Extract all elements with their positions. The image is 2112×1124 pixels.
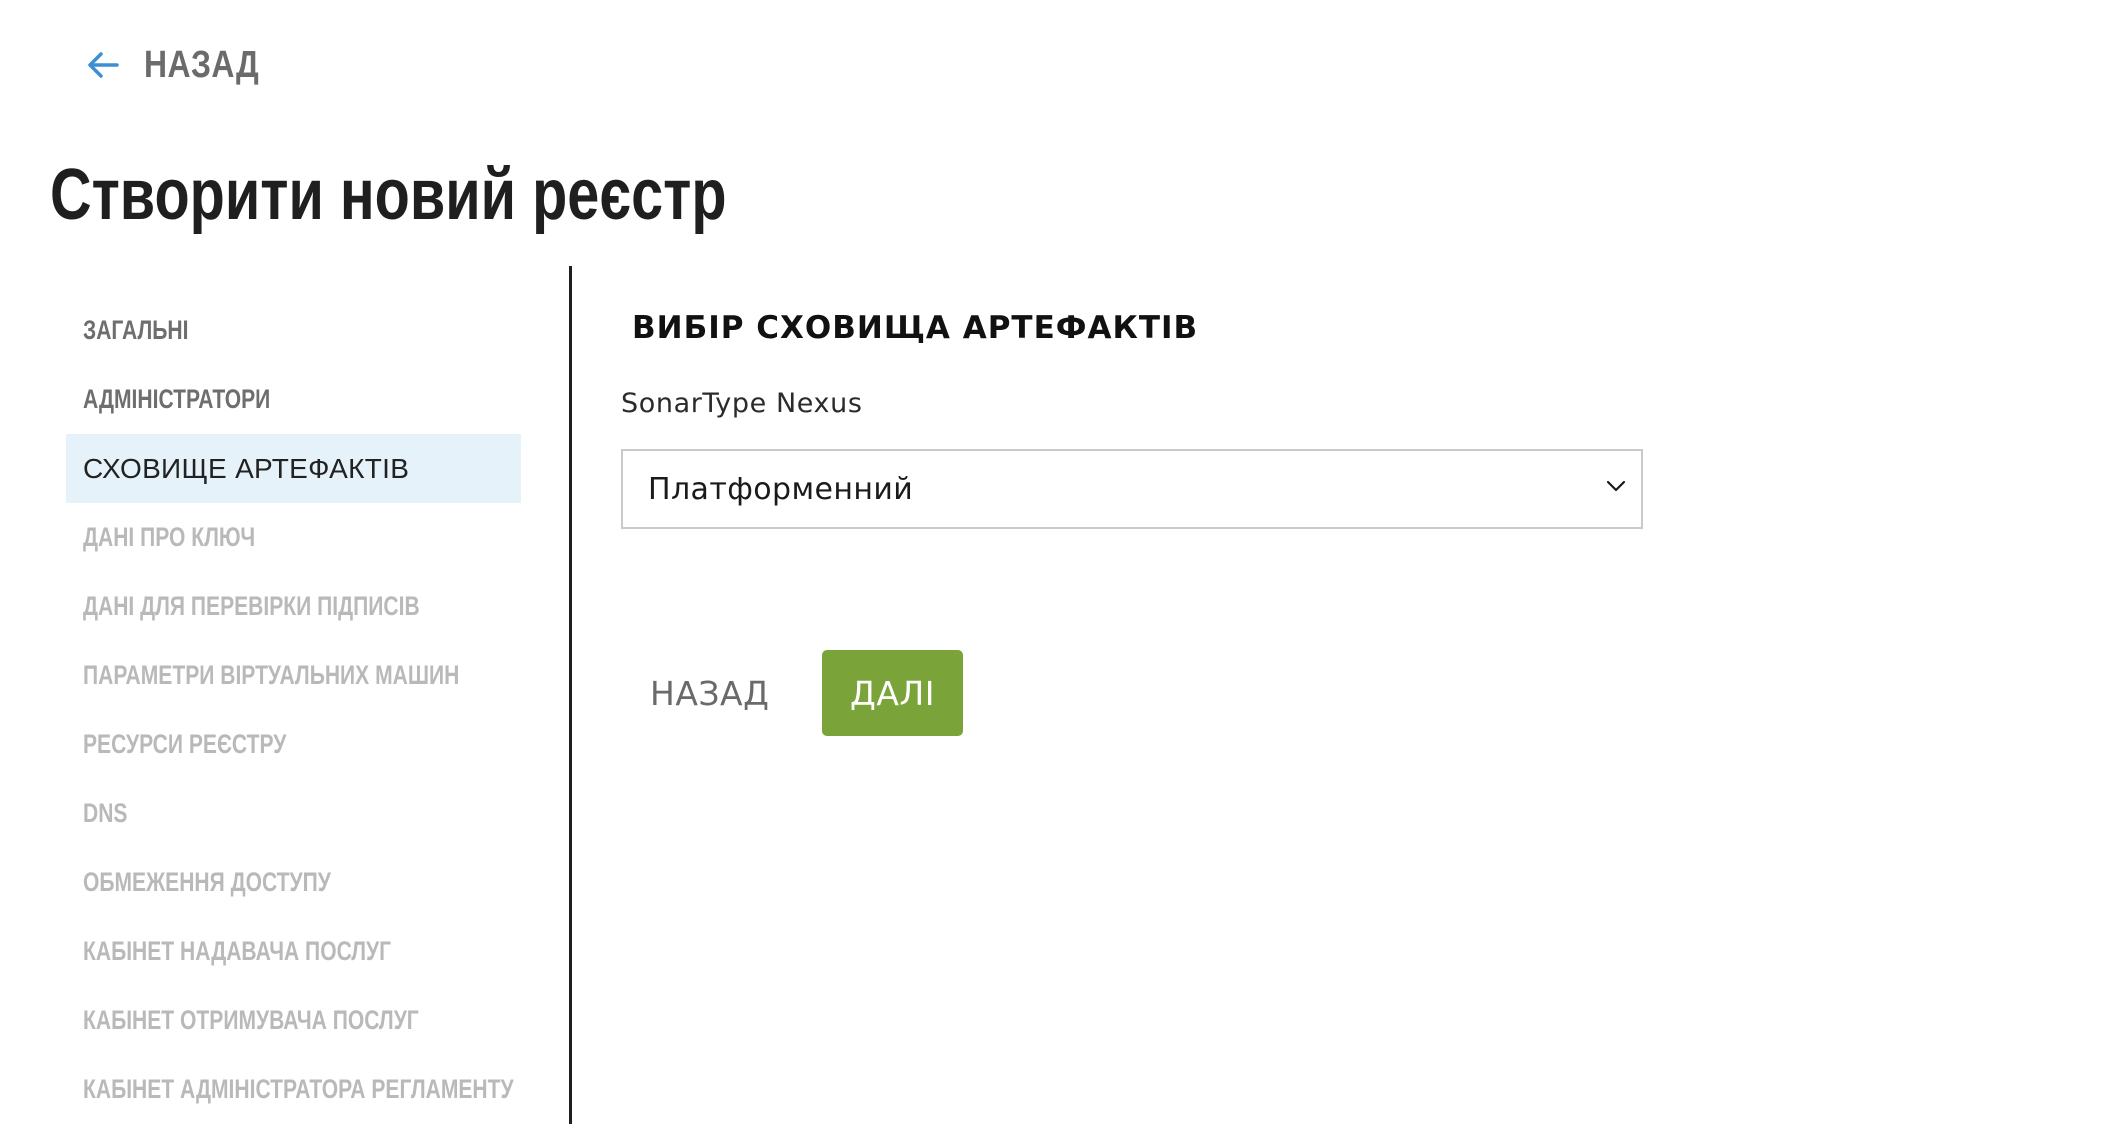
sidebar-item-registry-resources[interactable]: РЕСУРСИ РЕЄСТРУ [66,710,521,779]
section-title: ВИБІР СХОВИЩА АРТЕФАКТІВ [632,310,1199,346]
sidebar-item-label: СХОВИЩЕ АРТЕФАКТІВ [83,452,410,484]
select-value: Платформенний [648,471,914,507]
wizard-steps-sidebar: ЗАГАЛЬНІ АДМІНІСТРАТОРИ СХОВИЩЕ АРТЕФАКТ… [66,296,521,1124]
sidebar-item-recipient-cabinet[interactable]: КАБІНЕТ ОТРИМУВАЧА ПОСЛУГ [66,986,521,1055]
sidebar-item-label: РЕСУРСИ РЕЄСТРУ [83,729,287,759]
sidebar-item-label: ПАРАМЕТРИ ВІРТУАЛЬНИХ МАШИН [83,660,460,690]
sidebar-item-provider-cabinet[interactable]: КАБІНЕТ НАДАВАЧА ПОСЛУГ [66,917,521,986]
sidebar-item-label: КАБІНЕТ ОТРИМУВАЧА ПОСЛУГ [83,1005,419,1035]
sidebar-item-regulation-admin-cabinet[interactable]: КАБІНЕТ АДМІНІСТРАТОРА РЕГЛАМЕНТУ [66,1055,521,1124]
sidebar-item-label: ДАНІ ДЛЯ ПЕРЕВІРКИ ПІДПИСІВ [83,591,420,621]
page-title: Створити новий реєстр [50,155,727,235]
back-link-label: НАЗАД [144,43,260,86]
sidebar-item-label: ЗАГАЛЬНІ [83,315,189,345]
sidebar-item-label: КАБІНЕТ НАДАВАЧА ПОСЛУГ [83,936,392,966]
sidebar-item-label: ДАНІ ПРО КЛЮЧ [83,522,256,552]
sidebar-item-administrators[interactable]: АДМІНІСТРАТОРИ [66,365,521,434]
sidebar-item-signature-verification[interactable]: ДАНІ ДЛЯ ПЕРЕВІРКИ ПІДПИСІВ [66,572,521,641]
sidebar-item-access-restrictions[interactable]: ОБМЕЖЕННЯ ДОСТУПУ [66,848,521,917]
storage-field-label: SonarType Nexus [621,388,863,419]
back-button[interactable]: НАЗАД [622,650,797,736]
sidebar-item-label: АДМІНІСТРАТОРИ [83,384,271,414]
sidebar-item-label: КАБІНЕТ АДМІНІСТРАТОРА РЕГЛАМЕНТУ [83,1074,514,1104]
sidebar-item-label: ОБМЕЖЕННЯ ДОСТУПУ [83,867,331,897]
sidebar-item-vm-parameters[interactable]: ПАРАМЕТРИ ВІРТУАЛЬНИХ МАШИН [66,641,521,710]
sidebar-item-dns[interactable]: DNS [66,779,521,848]
back-link[interactable]: НАЗАД [86,38,281,92]
artifact-storage-select[interactable]: Платформенний [621,449,1643,529]
chevron-down-icon [1605,479,1627,493]
sidebar-item-label: DNS [83,798,128,828]
next-button[interactable]: ДАЛІ [822,650,963,736]
sidebar-item-key-data[interactable]: ДАНІ ПРО КЛЮЧ [66,503,521,572]
sidebar-item-artifact-storage[interactable]: СХОВИЩЕ АРТЕФАКТІВ [66,434,521,503]
arrow-left-icon [86,50,120,80]
vertical-divider [569,266,572,1124]
sidebar-item-general[interactable]: ЗАГАЛЬНІ [66,296,521,365]
